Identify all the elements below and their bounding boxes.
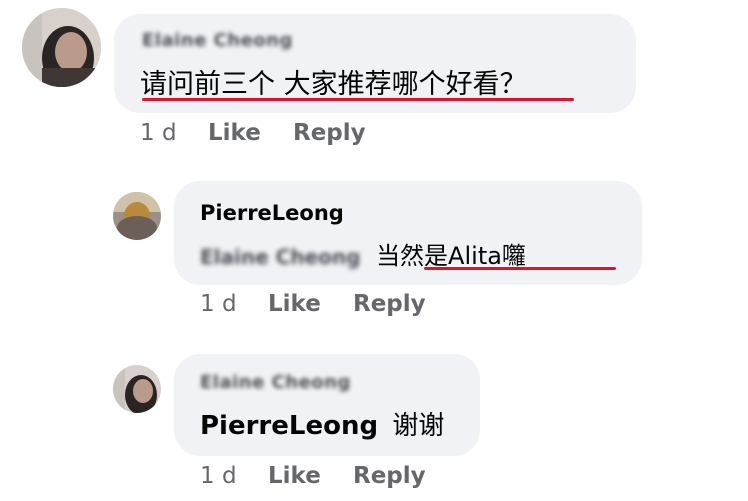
comment-actions: 1 d Like Reply bbox=[200, 291, 426, 317]
comment-timestamp[interactable]: 1 d bbox=[200, 463, 268, 489]
avatar[interactable] bbox=[113, 192, 161, 240]
reply-button[interactable]: Reply bbox=[353, 291, 426, 317]
comment-text: 请问前三个 大家推荐哪个好看？ bbox=[140, 69, 527, 100]
comment-1: Elaine Cheong 请问前三个 大家推荐哪个好看？ 1 d Like R… bbox=[0, 0, 748, 160]
avatar[interactable] bbox=[113, 365, 161, 413]
comment-actions: 1 d Like Reply bbox=[200, 463, 426, 489]
avatar[interactable] bbox=[22, 8, 101, 87]
mention-tag[interactable]: PierreLeong bbox=[200, 411, 378, 441]
comment-actions: 1 d Like Reply bbox=[140, 120, 366, 146]
comment-timestamp[interactable]: 1 d bbox=[140, 120, 208, 146]
comment-text-line: Elaine Cheong 当然是Alita囖 bbox=[200, 236, 526, 271]
comment-text: 当然是Alita囖 bbox=[376, 242, 526, 270]
avatar-photo-icon bbox=[22, 8, 101, 87]
comment-timestamp[interactable]: 1 d bbox=[200, 291, 268, 317]
highlight-underline bbox=[424, 267, 616, 270]
reply-button[interactable]: Reply bbox=[293, 120, 366, 146]
comment-author[interactable]: PierreLeong bbox=[200, 201, 344, 225]
avatar-photo-icon bbox=[113, 365, 161, 413]
reply-button[interactable]: Reply bbox=[353, 463, 426, 489]
comment-text: 谢谢 bbox=[392, 411, 445, 441]
mention-tag[interactable]: Elaine Cheong bbox=[200, 245, 360, 269]
like-button[interactable]: Like bbox=[268, 291, 353, 317]
comment-author[interactable]: Elaine Cheong bbox=[142, 30, 293, 51]
avatar-photo-icon bbox=[113, 192, 161, 240]
like-button[interactable]: Like bbox=[208, 120, 293, 146]
comment-text-line: PierreLeong 谢谢 bbox=[200, 405, 444, 442]
comment-3: Elaine Cheong PierreLeong 谢谢 1 d Like Re… bbox=[0, 345, 748, 501]
comment-2: PierreLeong Elaine Cheong 当然是Alita囖 1 d … bbox=[0, 170, 748, 330]
highlight-underline bbox=[142, 98, 574, 101]
like-button[interactable]: Like bbox=[268, 463, 353, 489]
comment-author[interactable]: Elaine Cheong bbox=[200, 372, 351, 393]
